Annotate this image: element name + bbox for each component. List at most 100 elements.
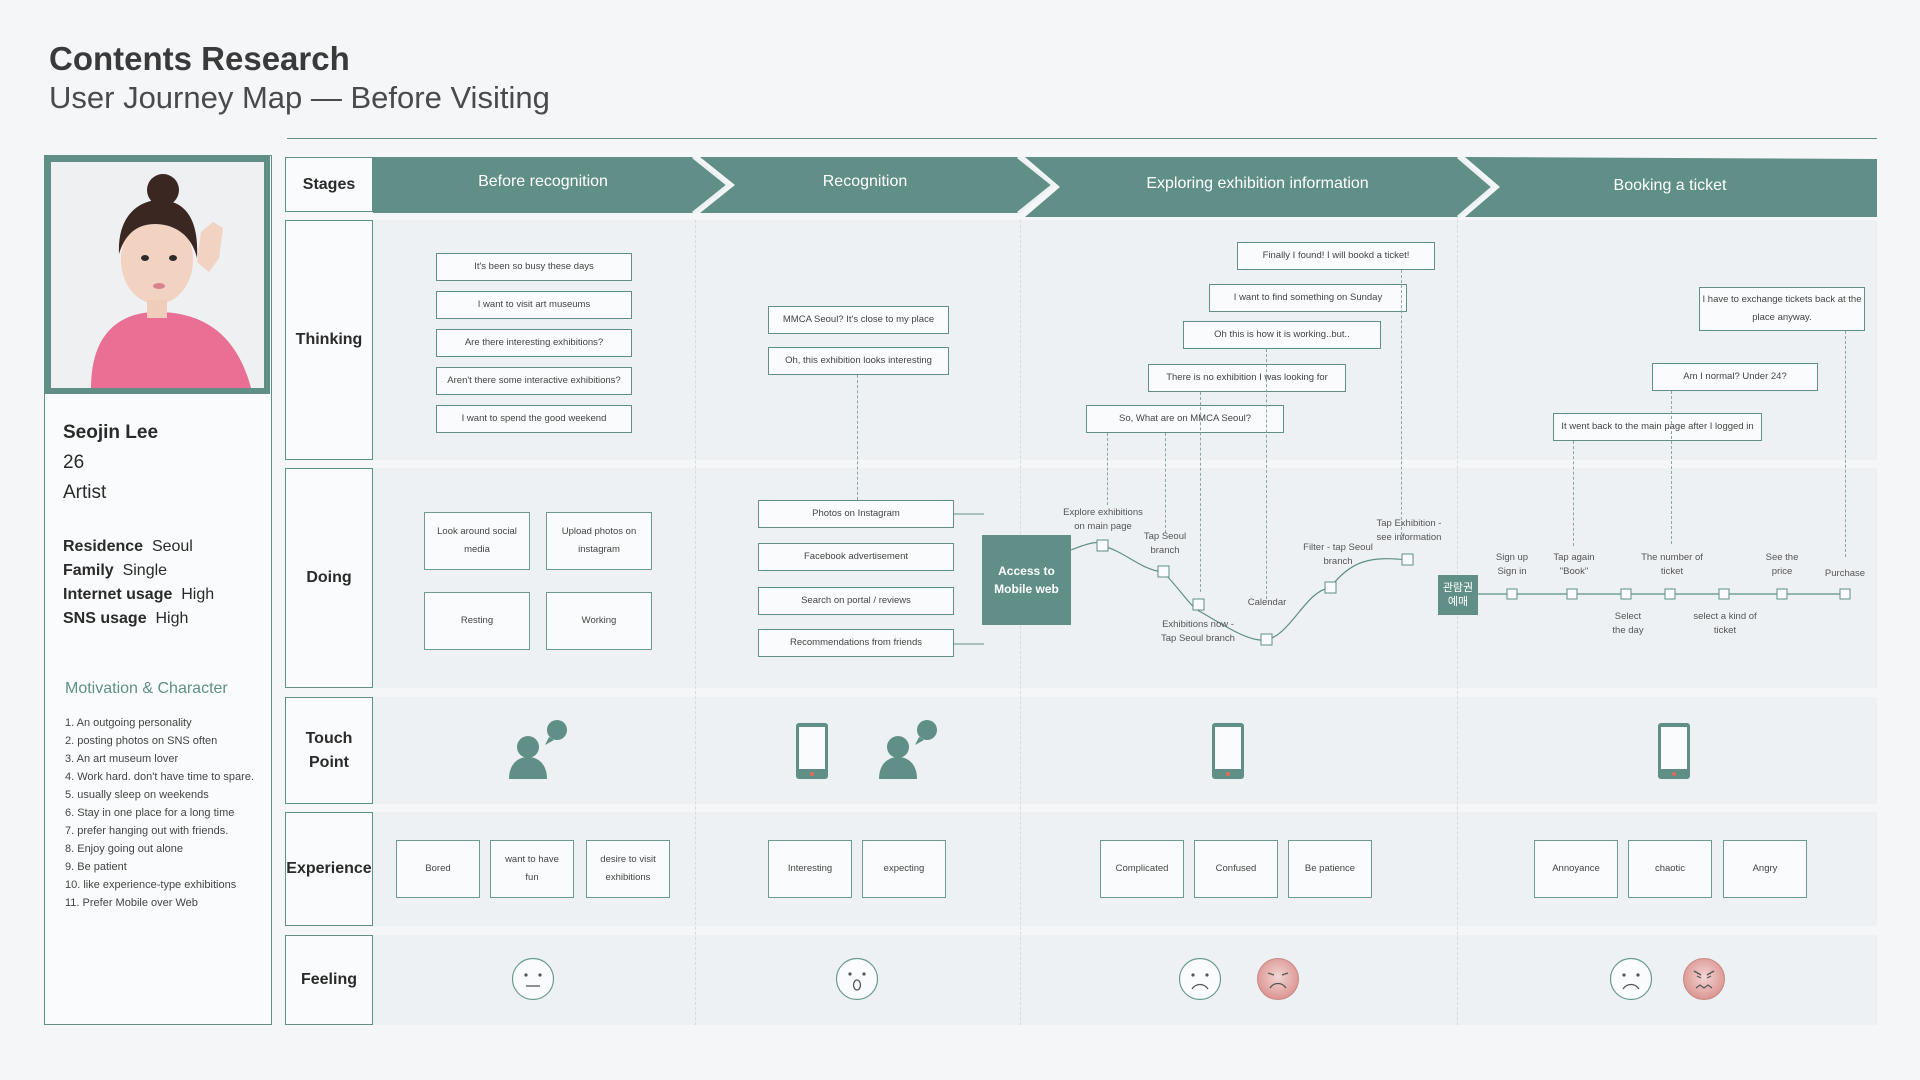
- journey-step: [1401, 553, 1414, 566]
- thought-box: It went back to the main page after I lo…: [1553, 413, 1762, 441]
- stage-separator: [695, 220, 696, 1025]
- journey-step: [1566, 588, 1578, 600]
- row-label-touchpoint: Touch Point: [285, 697, 373, 804]
- phone-icon: [1658, 723, 1690, 779]
- thought-box: Am I normal? Under 24?: [1652, 363, 1818, 391]
- access-mobile-web-node: Access to Mobile web: [982, 535, 1071, 625]
- connector-line: [1165, 433, 1166, 533]
- phone-icon: [796, 723, 828, 779]
- journey-label: Calendar: [1247, 597, 1287, 608]
- surprised-face-icon: [835, 957, 879, 1001]
- motivation-item: 4. Work hard. don't have time to spare.: [65, 771, 254, 783]
- experience-box: desire to visit exhibitions: [586, 840, 670, 898]
- action-box: Look around social media: [424, 512, 530, 570]
- persona-photo-frame: [45, 156, 270, 394]
- journey-step: [1776, 588, 1788, 600]
- journey-label: select a kind of ticket: [1693, 611, 1757, 636]
- thought-box: Oh this is how it is working..but..: [1183, 321, 1381, 349]
- action-box: Working: [546, 592, 652, 650]
- connector-line: [857, 375, 858, 500]
- experience-box: Interesting: [768, 840, 852, 898]
- action-box: Photos on Instagram: [758, 500, 954, 528]
- stage-label-booking: Booking a ticket: [1613, 177, 1727, 194]
- persona-attr-internet: Internet usage High: [63, 586, 215, 603]
- connector-line: [1401, 270, 1402, 540]
- journey-label: Purchase: [1824, 568, 1866, 579]
- thought-box: It's been so busy these days: [436, 253, 632, 281]
- persona-attr-family: Family Single: [63, 562, 168, 579]
- angry-face-icon: [1683, 958, 1725, 1000]
- experience-box: want to have fun: [490, 840, 574, 898]
- row-label-experience: Experience: [285, 812, 373, 926]
- journey-label: Sign up Sign in: [1495, 552, 1529, 577]
- stage-label-exploring: Exploring exhibition information: [1146, 175, 1369, 192]
- journey-curve-explore: [1071, 539, 1414, 646]
- row-label-stages: Stages: [285, 157, 373, 212]
- person-chat-icon: [879, 720, 937, 779]
- experience-box: Complicated: [1100, 840, 1184, 898]
- connector-line: [1573, 441, 1574, 546]
- journey-step: [1506, 588, 1518, 600]
- journey-step: [1718, 588, 1730, 600]
- connector-line: [1671, 391, 1672, 544]
- thought-box: MMCA Seoul? It's close to my place: [768, 306, 949, 334]
- journey-step: [1192, 598, 1205, 611]
- experience-box: expecting: [862, 840, 946, 898]
- experience-box: Angry: [1723, 840, 1807, 898]
- journey-label: Exhibitions now - Tap Seoul branch: [1161, 619, 1235, 644]
- motivation-item: 5. usually sleep on weekends: [65, 789, 209, 801]
- header-divider: [287, 138, 1877, 139]
- connector-line: [1107, 433, 1108, 505]
- thought-box: Are there interesting exhibitions?: [436, 329, 632, 357]
- row-label-doing: Doing: [285, 468, 373, 688]
- journey-step: [1620, 588, 1632, 600]
- journey-label: Filter - tap Seoul branch: [1303, 542, 1373, 567]
- persona-attr-sns: SNS usage High: [63, 610, 189, 627]
- persona-avatar-illustration: [51, 162, 264, 388]
- journey-step: [1157, 565, 1170, 578]
- journey-label: The number of ticket: [1641, 552, 1703, 577]
- motivation-item: 2. posting photos on SNS often: [65, 735, 218, 747]
- stage-label-recognition: Recognition: [822, 173, 908, 190]
- action-box: Recommendations from friends: [758, 629, 954, 657]
- page-subtitle: User Journey Map — Before Visiting: [49, 80, 550, 115]
- persona-photo: [51, 162, 264, 388]
- motivation-item: 3. An art museum lover: [65, 753, 179, 765]
- journey-line-booking: [1478, 588, 1851, 600]
- motivation-item: 7. prefer hanging out with friends.: [65, 825, 229, 837]
- motivation-item: 9. Be patient: [65, 861, 127, 873]
- page-title: Contents Research: [49, 40, 350, 77]
- row-label-feeling: Feeling: [285, 935, 373, 1025]
- stage-label-before-recognition: Before recognition: [478, 173, 608, 190]
- journey-step: [1096, 539, 1109, 552]
- thought-box: I want to visit art museums: [436, 291, 632, 319]
- persona-card: Seojin Lee 26 Artist Residence Seoul Fam…: [44, 155, 272, 1025]
- thought-box: So, What are on MMCA Seoul?: [1086, 405, 1284, 433]
- thought-box: I want to find something on Sunday: [1209, 284, 1407, 312]
- experience-box: Confused: [1194, 840, 1278, 898]
- action-box: Search on portal / reviews: [758, 587, 954, 615]
- phone-icon: [1212, 723, 1244, 779]
- thought-box: Aren't there some interactive exhibition…: [436, 367, 632, 395]
- motivation-item: 8. Enjoy going out alone: [65, 843, 184, 855]
- experience-box: Annoyance: [1534, 840, 1618, 898]
- persona-age: 26: [63, 452, 85, 473]
- sad-face-icon: [1178, 957, 1222, 1001]
- stage-separator: [1457, 220, 1458, 1025]
- journey-label: Explore exhibitions on main page: [1063, 507, 1143, 532]
- journey-label: Tap Exhibition - see information: [1376, 518, 1442, 543]
- motivation-list: 1. An outgoing personality 2. posting ph…: [65, 714, 254, 912]
- persona-attr-residence: Residence Seoul: [63, 538, 193, 555]
- action-box: Facebook advertisement: [758, 543, 954, 571]
- connector-line: [1845, 331, 1846, 557]
- journey-label: Tap again "Book": [1553, 552, 1595, 577]
- sad-face-icon: [1609, 957, 1653, 1001]
- action-bracket-lines: [954, 513, 984, 645]
- touchpoint-row-bg: [373, 697, 1877, 804]
- experience-box: Be patience: [1288, 840, 1372, 898]
- journey-label: Tap Seoul branch: [1143, 531, 1187, 556]
- journey-label: See the price: [1765, 552, 1799, 577]
- experience-box: chaotic: [1628, 840, 1712, 898]
- row-label-thinking: Thinking: [285, 220, 373, 460]
- experience-box: Bored: [396, 840, 480, 898]
